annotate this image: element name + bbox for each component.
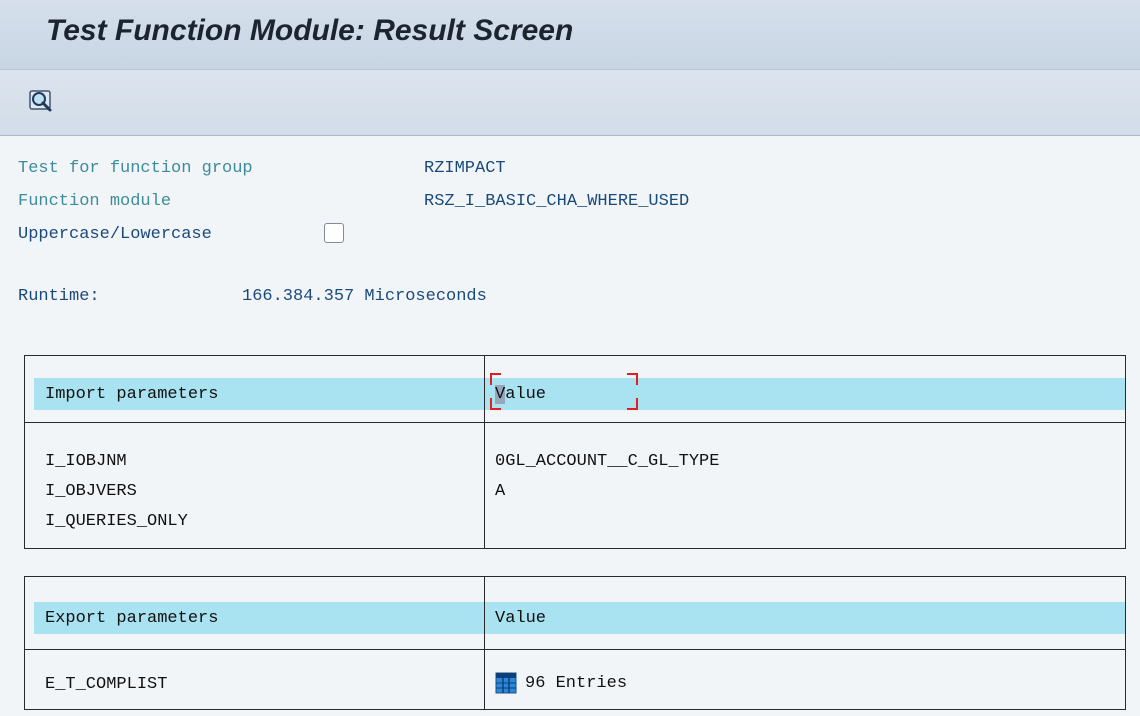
- import-param-value[interactable]: 0GL_ACCOUNT__C_GL_TYPE: [495, 452, 719, 471]
- import-param-name: I_OBJVERS: [45, 482, 137, 501]
- import-column-divider: [484, 356, 485, 548]
- export-entries-link[interactable]: 96 Entries: [495, 672, 627, 694]
- export-column-divider: [484, 577, 485, 709]
- runtime-label: Runtime:: [18, 287, 100, 306]
- import-value-header[interactable]: Value: [495, 385, 546, 404]
- table-icon: [495, 672, 517, 694]
- function-module-label: Function module: [18, 192, 172, 211]
- focus-corner-bottom-left: [490, 398, 501, 410]
- focus-corner-top-right: [627, 373, 638, 385]
- magnifier-icon: [29, 90, 52, 112]
- export-entries-count: 96 Entries: [525, 673, 628, 693]
- import-param-value[interactable]: A: [495, 482, 505, 501]
- function-group-value: RZIMPACT: [424, 159, 506, 178]
- export-param-name: E_T_COMPLIST: [45, 675, 168, 694]
- import-header-divider: [25, 422, 1125, 423]
- application-toolbar: [0, 70, 1140, 136]
- export-value-header: Value: [495, 609, 547, 628]
- export-header-divider: [25, 649, 1125, 650]
- export-parameters-table: Export parameters Value E_T_COMPLIST 96 …: [24, 576, 1126, 710]
- export-parameters-header: Export parameters: [45, 609, 219, 628]
- import-param-name: I_QUERIES_ONLY: [45, 512, 188, 531]
- import-parameters-header: Import parameters: [45, 385, 219, 404]
- import-parameters-table: Import parameters Value I_IOBJNM 0GL_ACC…: [24, 355, 1126, 549]
- focus-corner-top-left: [490, 373, 501, 385]
- title-bar: Test Function Module: Result Screen: [0, 0, 1140, 70]
- import-value-header-rest: alue: [505, 385, 547, 404]
- function-group-label: Test for function group: [18, 159, 253, 178]
- function-module-value: RSZ_I_BASIC_CHA_WHERE_USED: [424, 192, 690, 211]
- focus-corner-bottom-right: [627, 398, 638, 410]
- runtime-value: 166.384.357 Microseconds: [242, 287, 487, 306]
- uppercase-lowercase-checkbox[interactable]: [324, 223, 344, 243]
- uppercase-lowercase-label: Uppercase/Lowercase: [18, 225, 212, 244]
- import-param-name: I_IOBJNM: [45, 452, 127, 471]
- page-title: Test Function Module: Result Screen: [46, 14, 574, 47]
- magnifier-button[interactable]: [28, 87, 58, 115]
